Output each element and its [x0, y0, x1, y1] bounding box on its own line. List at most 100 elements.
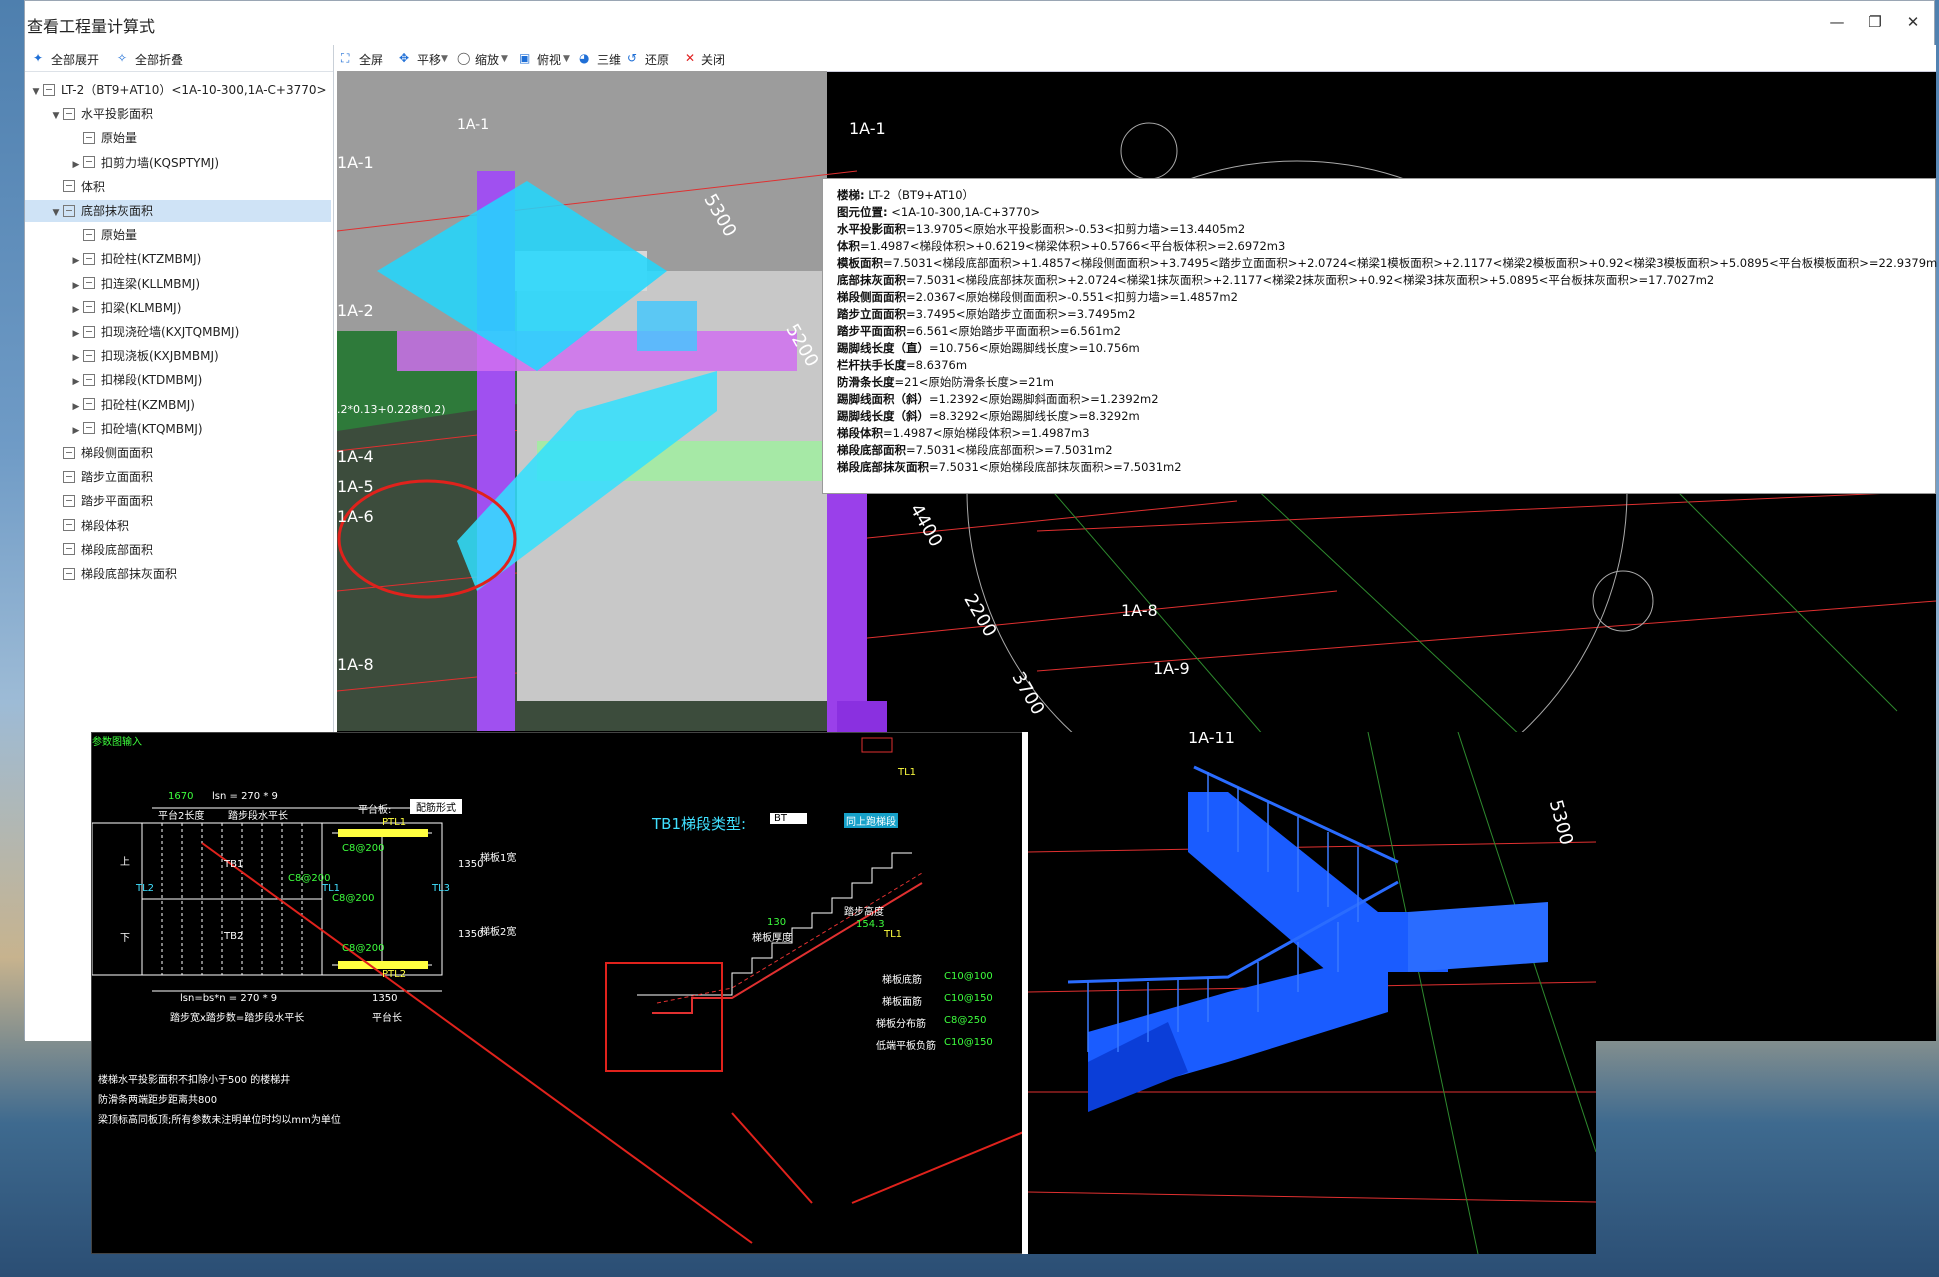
info-line-key: 踏步平面面积	[837, 324, 906, 338]
top-rebar-value: C10@150	[944, 993, 993, 1004]
collapse-all-button[interactable]: 全部折叠	[135, 51, 183, 68]
grid-label-1a-9: 1A-9	[1153, 659, 1190, 678]
tb1-plan-label: TB1	[224, 859, 244, 870]
info-line-key: 水平投影面积	[837, 222, 906, 236]
distribution-rebar-value: C8@250	[944, 1015, 987, 1026]
tree-expander-icon[interactable]: ▶	[69, 396, 83, 418]
tree-item-label: 扣现浇砼墙(KXJTQMBMJ)	[101, 325, 240, 339]
grid-label-1a-8-left: 1A-8	[337, 655, 374, 674]
tree-item[interactable]: ▶ 扣梁(KLMBMJ)	[25, 297, 331, 319]
info-line-value: =3.7495<原始踏步立面面积>=3.7495m2	[906, 307, 1136, 321]
pan-icon: ✥	[399, 51, 410, 65]
step-segment-length: 踏步段水平长	[228, 811, 288, 822]
tree-item[interactable]: 梯段底部抹灰面积	[25, 563, 331, 585]
grid-label-1a-11: 1A-11	[1188, 732, 1235, 747]
expand-all-button[interactable]: 全部展开	[51, 51, 99, 68]
tree-item[interactable]: 梯段体积	[25, 515, 331, 537]
info-line-value: =2.0367<原始梯段侧面面积>-0.551<扣剪力墙>=1.4857m2	[906, 290, 1238, 304]
tree-expander-icon[interactable]: ▼	[49, 105, 63, 127]
tree-node-icon	[83, 301, 95, 314]
tree-expander-icon[interactable]: ▼	[49, 202, 63, 224]
tree-item[interactable]: ▶ 扣砼柱(KZMBMJ)	[25, 394, 331, 416]
tl3-label: TL3	[432, 883, 451, 894]
info-line: 梯段体积=1.4987<原始梯段体积>=1.4987m3	[837, 425, 1090, 441]
tree-expander-icon[interactable]: ▶	[69, 371, 83, 393]
same-as-above-button[interactable]: 同上跑梯段	[844, 813, 898, 828]
info-line-value: =7.5031<原始梯段底部抹灰面积>=7.5031m2	[929, 460, 1182, 474]
info-line-key: 踢脚线面积（斜）	[837, 392, 929, 406]
info-line-key: 体积	[837, 239, 860, 253]
close-view-button[interactable]: 关闭	[701, 51, 725, 68]
rebar-form-select[interactable]: 配筋形式	[410, 799, 462, 814]
info-line-value: =21<原始防滑条长度>=21m	[894, 375, 1055, 389]
zoom-icon: ◯	[457, 51, 471, 65]
top-view-button[interactable]: 俯视	[537, 51, 561, 68]
tree-item[interactable]: ▶ 扣连梁(KLLMBMJ)	[25, 273, 331, 295]
tree-item[interactable]: 体积	[25, 176, 331, 198]
tree-item-label: 扣砼墙(KTQMBMJ)	[101, 421, 203, 436]
tree-item-label: 水平投影面积	[81, 107, 154, 122]
tree-item-label: 扣砼柱(KZMBMJ)	[101, 397, 195, 412]
info-line-value: =13.9705<原始水平投影面积>-0.53<扣剪力墙>=13.4405m2	[906, 222, 1246, 236]
tree-item[interactable]: ▼ LT-2（BT9+AT10）<1A-10-300,1A-C+3770>	[25, 79, 331, 101]
tree-expander-icon[interactable]: ▶	[69, 323, 83, 345]
collapse-all-icon: ✧	[117, 51, 128, 65]
tree-item[interactable]: 踏步立面面积	[25, 466, 331, 488]
tree-expander-icon[interactable]: ▼	[29, 81, 43, 103]
minimize-button[interactable]: —	[1823, 11, 1851, 33]
lsn-bottom: lsn=bs*n = 270 * 9	[180, 993, 278, 1004]
tree-item[interactable]: 原始量	[25, 224, 331, 246]
distribution-rebar-label: 梯板分布筋	[876, 1019, 926, 1030]
grid-label-1a-1-top: 1A-1	[457, 117, 490, 133]
restore-button[interactable]: ❐	[1861, 11, 1889, 33]
3d-button[interactable]: 三维	[597, 51, 621, 68]
fullscreen-button[interactable]: 全屏	[359, 51, 383, 68]
info-line: 底部抹灰面积=7.5031<梯段底部抹灰面积>+2.0724<梯梁1抹灰面积>+…	[837, 272, 1714, 288]
tree-node-icon	[63, 519, 75, 532]
tree-expander-icon[interactable]: ▶	[69, 154, 83, 176]
tree-expander-icon[interactable]: ▶	[69, 347, 83, 369]
fullscreen-icon: ⛶	[341, 51, 350, 65]
dim-1670: 1670	[168, 791, 194, 802]
dim-1350: 1350	[372, 993, 398, 1004]
info-line-value: =7.5031<梯段底部面积>=7.5031m2	[906, 443, 1113, 457]
tree-item-label: 底部抹灰面积	[81, 204, 154, 218]
tree-expander-icon[interactable]: ▶	[69, 299, 83, 321]
tree-expander-icon[interactable]: ▶	[69, 250, 83, 272]
3d-icon: ◕	[579, 51, 590, 65]
tree-item[interactable]: ▶ 扣梯段(KTDMBMJ)	[25, 369, 331, 391]
tree-item[interactable]: ▶ 扣砼柱(KTZMBMJ)	[25, 248, 331, 270]
info-line-key: 踏步立面面积	[837, 307, 906, 321]
grid-label-1a-5: 1A-5	[337, 477, 374, 496]
pan-button[interactable]: 平移	[417, 51, 441, 68]
tree-item[interactable]: ▶ 扣现浇板(KXJBMBMJ)	[25, 345, 331, 367]
tree-item[interactable]: ▶ 扣砼墙(KTQMBMJ)	[25, 418, 331, 440]
tree-node-icon	[43, 83, 55, 96]
zoom-button[interactable]: 缩放	[475, 51, 499, 68]
tree-item[interactable]: ▶ 扣剪力墙(KQSPTYMJ)	[25, 152, 331, 174]
zoom-dropdown-icon[interactable]: ▼	[501, 54, 508, 64]
top-view-dropdown-icon[interactable]: ▼	[563, 54, 570, 64]
step-height-label: 踏步高度	[844, 907, 884, 918]
tree-item[interactable]: 原始量	[25, 127, 331, 149]
tree-expander-icon[interactable]: ▶	[69, 275, 83, 297]
tree-item-label: LT-2（BT9+AT10）<1A-10-300,1A-C+3770>	[61, 83, 327, 97]
grid-label-1a-6: 1A-6	[337, 507, 374, 526]
tree-item[interactable]: 梯段侧面面积	[25, 442, 331, 464]
tree-expander-icon[interactable]: ▶	[69, 420, 83, 442]
pan-dropdown-icon[interactable]: ▼	[441, 54, 448, 64]
tree-item[interactable]: 踏步平面面积	[25, 490, 331, 512]
info-line: 踢脚线长度（直）=10.756<原始踢脚线长度>=10.756m	[837, 340, 1140, 356]
tree-item[interactable]: ▶ 扣现浇砼墙(KXJTQMBMJ)	[25, 321, 331, 343]
tree-item[interactable]: ▼ 底部抹灰面积	[25, 200, 331, 222]
grid-label-1a-8: 1A-8	[1121, 601, 1158, 620]
close-window-button[interactable]: ✕	[1899, 11, 1927, 33]
info-line-value: =6.561<原始踏步平面面积>=6.561m2	[906, 324, 1121, 338]
tree-item-label: 梯段底部面积	[81, 542, 154, 557]
tree-item[interactable]: 梯段底部面积	[25, 539, 331, 561]
tb1-type-select[interactable]: BT	[770, 813, 807, 824]
tree-node-icon	[83, 349, 95, 362]
tb1-type-label: TB1梯段类型:	[652, 815, 747, 833]
restore-view-button[interactable]: 还原	[645, 51, 669, 68]
tree-item[interactable]: ▼ 水平投影面积	[25, 103, 331, 125]
